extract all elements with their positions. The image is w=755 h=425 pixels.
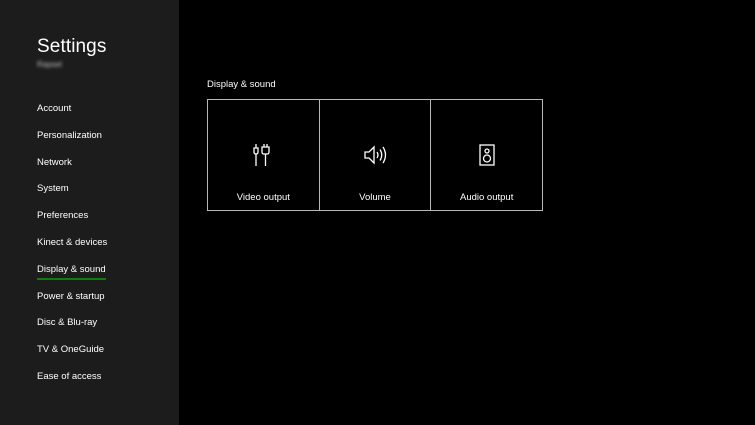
sidebar-item-power-startup[interactable]: Power & startup — [37, 289, 107, 316]
speaker-volume-icon — [364, 145, 387, 165]
speaker-box-icon — [479, 144, 495, 166]
sidebar-item-network[interactable]: Network — [37, 155, 107, 182]
sidebar-item-kinect-devices[interactable]: Kinect & devices — [37, 235, 107, 262]
sidebar-item-ease-of-access[interactable]: Ease of access — [37, 369, 107, 396]
sidebar-item-personalization[interactable]: Personalization — [37, 128, 107, 155]
sidebar: Settings Rapsel Account Personalization … — [0, 0, 179, 425]
section-title: Display & sound — [207, 79, 276, 90]
sidebar-item-preferences[interactable]: Preferences — [37, 208, 107, 235]
sidebar-item-disc-bluray[interactable]: Disc & Blu-ray — [37, 315, 107, 342]
sidebar-item-account[interactable]: Account — [37, 101, 107, 128]
tile-group: Video output Volume Audio output — [207, 99, 543, 211]
sidebar-item-tv-oneguide[interactable]: TV & OneGuide — [37, 342, 107, 369]
audio-output-tile[interactable]: Audio output — [431, 100, 542, 210]
video-output-label: Video output — [236, 192, 290, 203]
video-output-tile[interactable]: Video output — [208, 100, 320, 210]
volume-tile[interactable]: Volume — [320, 100, 432, 210]
selected-item-underline — [37, 278, 106, 280]
sidebar-nav: Account Personalization Network System P… — [37, 101, 107, 396]
sidebar-item-system[interactable]: System — [37, 181, 107, 208]
sidebar-item-display-sound[interactable]: Display & sound — [37, 262, 107, 289]
volume-label: Volume — [359, 192, 391, 203]
gamertag: Rapsel — [37, 60, 62, 69]
audio-output-label: Audio output — [460, 192, 514, 203]
hdmi-cable-icon — [253, 144, 270, 166]
page-title: Settings — [37, 36, 107, 57]
